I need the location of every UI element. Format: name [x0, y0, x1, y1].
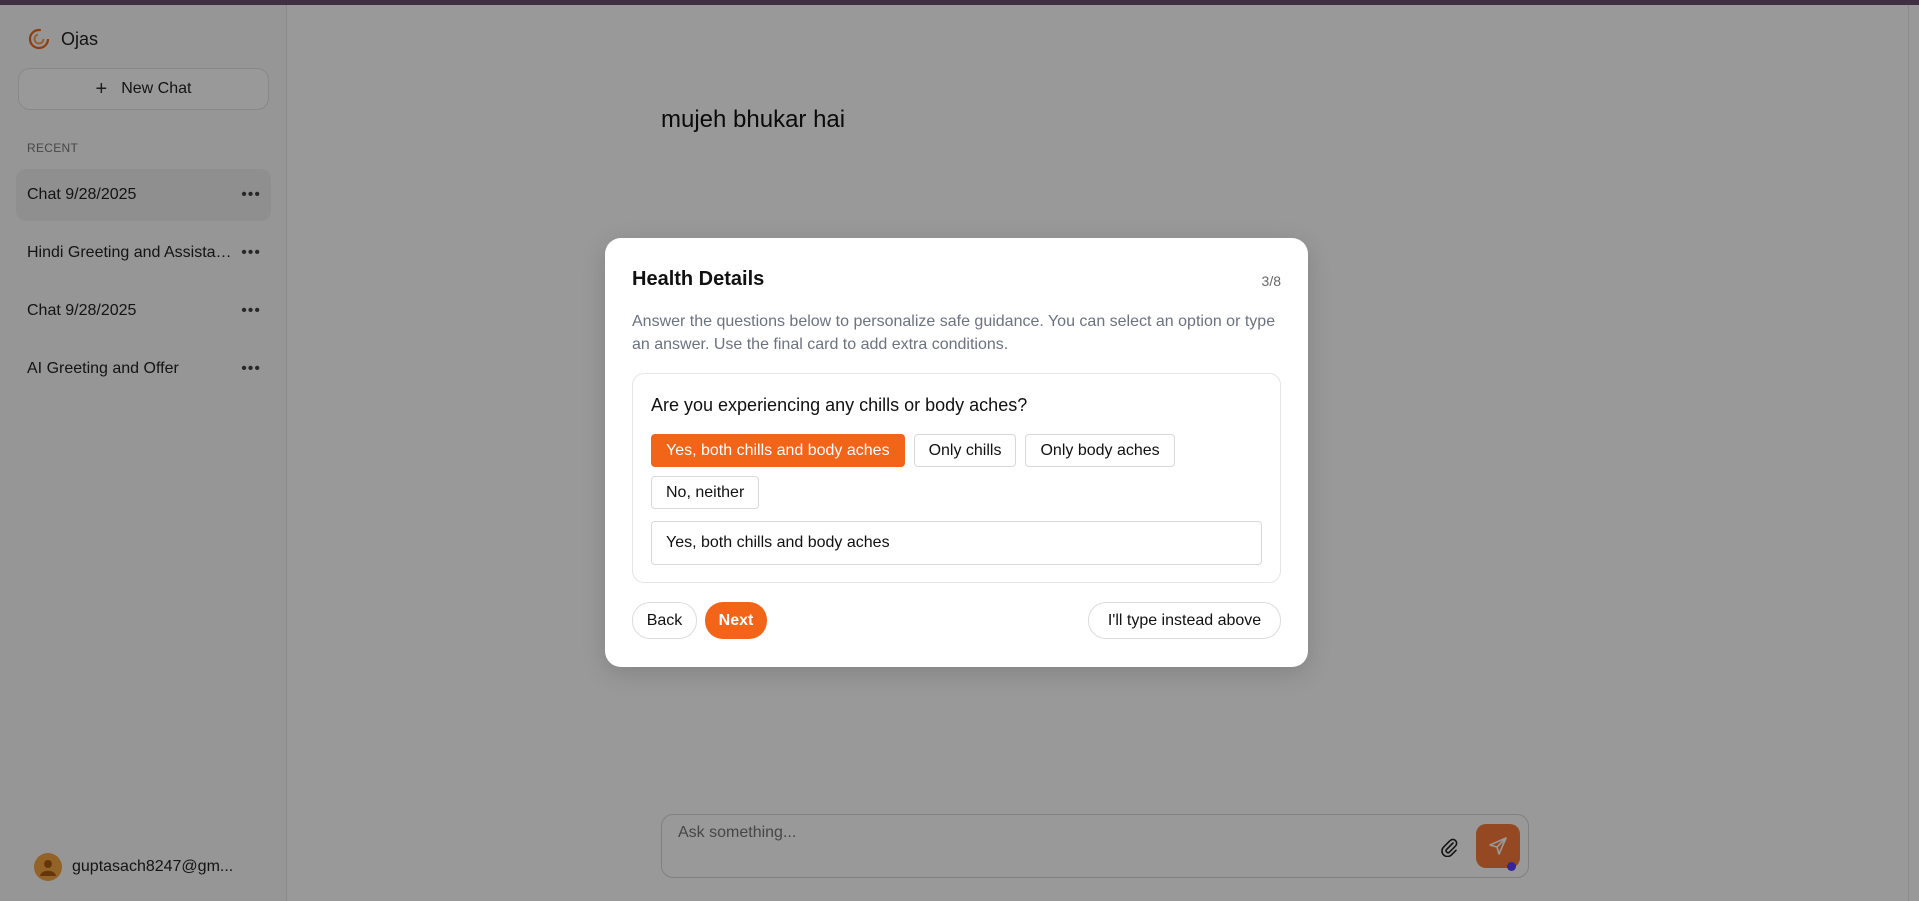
dialog-description: Answer the questions below to personaliz…: [632, 313, 1276, 353]
step-indicator: 3/8: [1261, 273, 1281, 289]
health-details-dialog: Health Details 3/8 Answer the questions …: [605, 238, 1308, 667]
next-button[interactable]: Next: [705, 602, 767, 639]
option-only-body-aches[interactable]: Only body aches: [1025, 434, 1175, 467]
question-text: Are you experiencing any chills or body …: [651, 395, 1028, 415]
type-instead-button[interactable]: I'll type instead above: [1088, 602, 1281, 639]
dialog-title: Health Details: [632, 268, 765, 290]
option-only-chills[interactable]: Only chills: [913, 434, 1017, 467]
option-neither[interactable]: No, neither: [651, 476, 760, 509]
option-both[interactable]: Yes, both chills and body aches: [651, 434, 905, 467]
answer-options: Yes, both chills and body aches Only chi…: [651, 434, 1261, 509]
answer-input[interactable]: [651, 521, 1262, 565]
question-card: Are you experiencing any chills or body …: [632, 373, 1281, 583]
back-button[interactable]: Back: [632, 602, 697, 639]
